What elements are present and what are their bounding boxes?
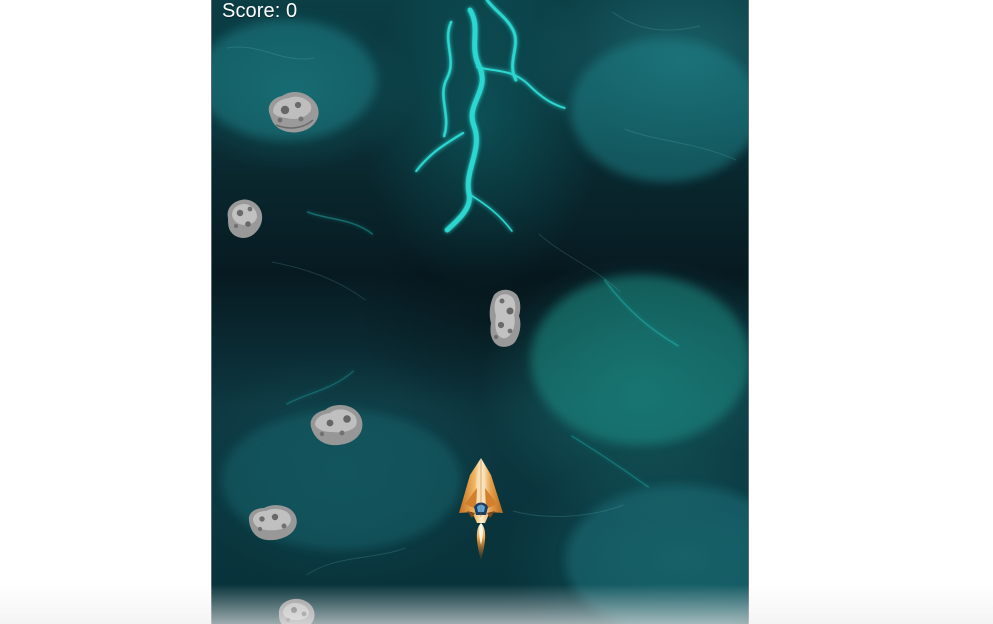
score-display: Score: 0 (222, 0, 298, 22)
asteroid-icon (227, 199, 263, 238)
game-page: Score: 0 (0, 0, 993, 624)
game-canvas[interactable]: Score: 0 (211, 0, 749, 624)
spaceship-icon[interactable] (456, 457, 507, 563)
asteroid-icon (248, 505, 297, 541)
asteroid-icon (489, 289, 521, 347)
asteroid-icon (310, 404, 363, 446)
asteroid-icon (268, 92, 319, 133)
asteroid-icon (278, 598, 315, 624)
